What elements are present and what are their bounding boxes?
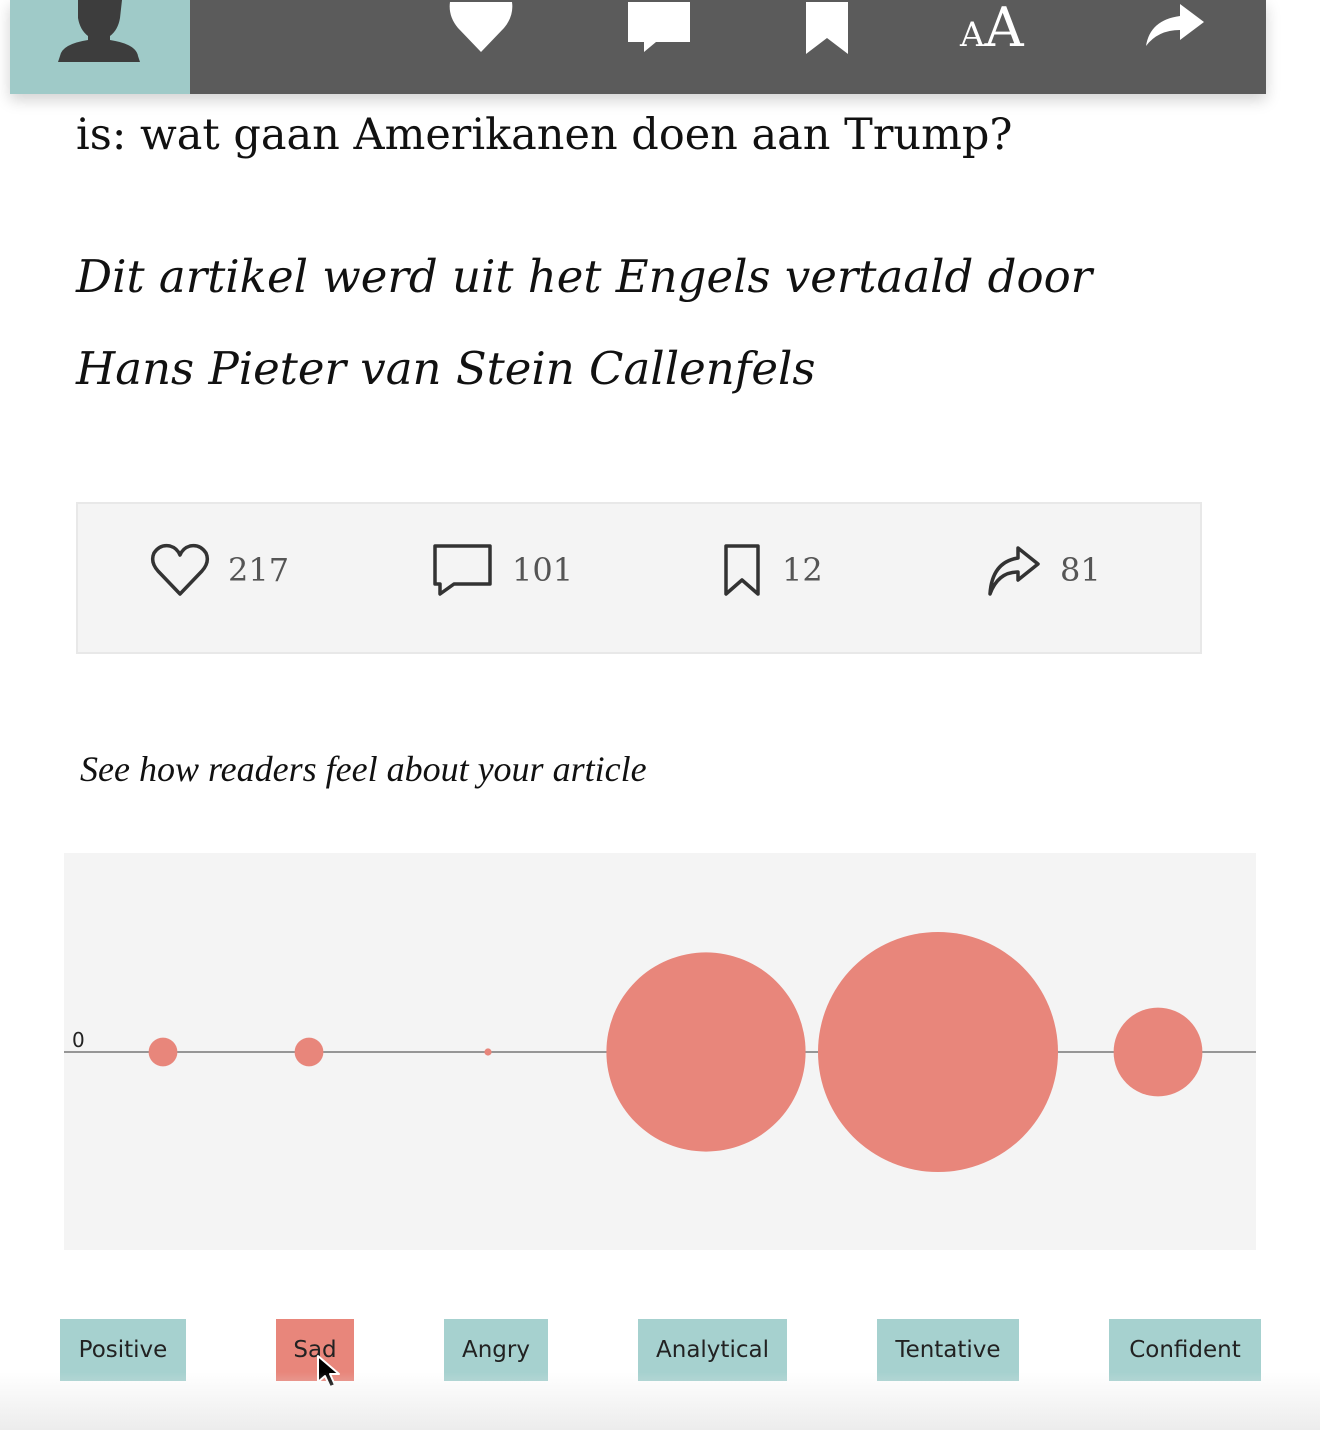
user-icon bbox=[58, 0, 140, 62]
bubble-positive bbox=[148, 1037, 178, 1067]
comments-count: 101 bbox=[512, 551, 574, 589]
share-icon[interactable] bbox=[1140, 0, 1210, 60]
comment-outline-icon bbox=[433, 544, 492, 596]
shares-count: 81 bbox=[1060, 551, 1101, 589]
translator-name: Hans Pieter van Stein Callenfels bbox=[76, 342, 816, 395]
bubble-tentative bbox=[818, 932, 1058, 1172]
baseline-label: 0 bbox=[72, 1028, 85, 1052]
comments-stat[interactable]: 101 bbox=[432, 542, 573, 598]
bookmark-outline-icon bbox=[724, 544, 760, 596]
likes-stat[interactable]: 217 bbox=[150, 542, 289, 598]
engagement-stats: 217 101 12 81 bbox=[76, 502, 1202, 654]
profile-button[interactable] bbox=[10, 0, 190, 94]
reader-sentiment-prompt: See how readers feel about your article bbox=[80, 749, 647, 789]
article-toolbar: AA bbox=[10, 0, 1266, 94]
bubble-angry bbox=[484, 1048, 492, 1056]
bookmarks-count: 12 bbox=[782, 551, 823, 589]
bottom-fade bbox=[0, 1372, 1320, 1430]
translation-credit: Dit artikel werd uit het Engels vertaald… bbox=[76, 250, 1093, 303]
bubble-confident bbox=[1113, 1007, 1203, 1097]
comment-icon[interactable] bbox=[624, 0, 694, 60]
heart-outline-icon bbox=[150, 543, 210, 596]
article-text: is: wat gaan Amerikanen doen aan Trump? bbox=[76, 110, 1013, 160]
bubble-analytical bbox=[606, 952, 806, 1152]
bookmarks-stat[interactable]: 12 bbox=[722, 542, 823, 598]
likes-count: 217 bbox=[228, 551, 290, 589]
shares-stat[interactable]: 81 bbox=[984, 542, 1101, 598]
bookmark-icon[interactable] bbox=[804, 0, 854, 60]
sentiment-bubble-chart: 0 bbox=[64, 853, 1256, 1250]
bubble-sad bbox=[294, 1037, 324, 1067]
share-outline-icon bbox=[988, 546, 1040, 596]
heart-icon[interactable] bbox=[446, 0, 516, 60]
font-size-icon[interactable]: AA bbox=[960, 0, 1024, 59]
